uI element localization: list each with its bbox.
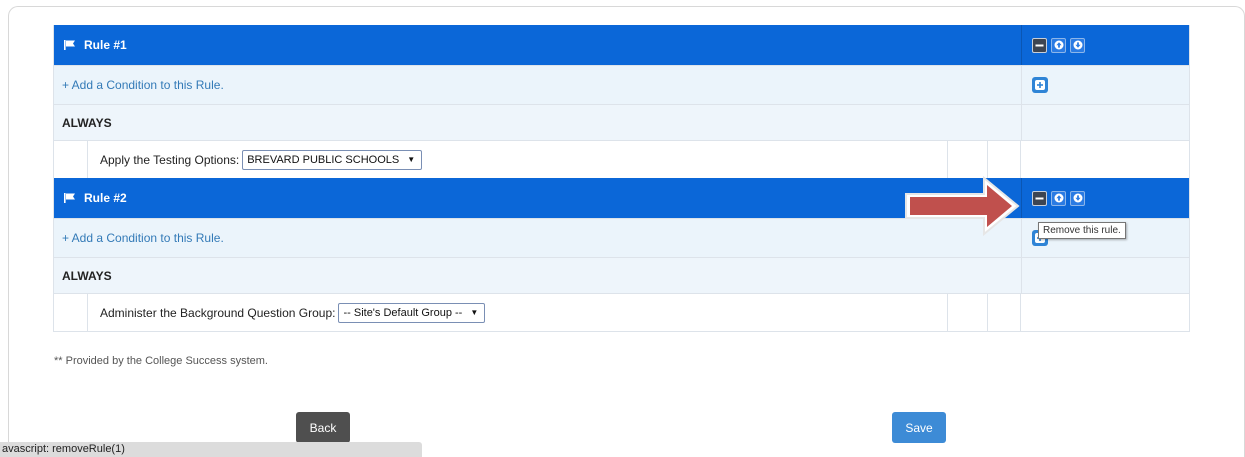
arrow-down-circle-icon [1073, 40, 1082, 50]
rule-title-text: Rule #2 [84, 191, 127, 205]
flag-icon [64, 40, 75, 50]
add-condition-row-1: + Add a Condition to this Rule. [54, 65, 1189, 104]
minus-icon [1035, 197, 1044, 199]
dropdown-arrow-icon: ▼ [470, 308, 479, 317]
arrow-up-circle-icon [1054, 40, 1063, 50]
save-button[interactable]: Save [892, 412, 946, 443]
browser-status-bar: avascript: removeRule(1) [0, 442, 422, 457]
add-rule-button[interactable] [1032, 77, 1048, 93]
testing-options-select[interactable]: BREVARD PUBLIC SCHOOLS ▼ [242, 149, 423, 170]
remove-rule-tooltip: Remove this rule. [1038, 222, 1126, 239]
move-rule-up-button[interactable] [1051, 37, 1066, 53]
remove-rule-button[interactable] [1032, 37, 1047, 53]
arrow-up-circle-icon [1054, 193, 1063, 203]
option-label: Administer the Background Question Group… [100, 305, 336, 320]
back-button[interactable]: Back [296, 412, 350, 443]
remove-rule-button[interactable] [1032, 190, 1047, 206]
rule-title-text: Rule #1 [84, 38, 127, 52]
flag-icon [64, 193, 75, 203]
add-condition-link[interactable]: + Add a Condition to this Rule. [54, 78, 224, 92]
move-rule-down-button[interactable] [1070, 37, 1085, 53]
option-label: Apply the Testing Options: [100, 152, 240, 167]
question-group-select[interactable]: -- Site's Default Group -- ▼ [338, 302, 486, 323]
footnote: ** Provided by the College Success syste… [54, 355, 268, 367]
move-rule-up-button[interactable] [1051, 190, 1066, 206]
rule-title-1: Rule #1 [54, 38, 127, 52]
dropdown-arrow-icon: ▼ [407, 155, 416, 164]
always-row-1: ALWAYS [54, 104, 1189, 140]
always-label: ALWAYS [62, 115, 112, 130]
select-value: -- Site's Default Group -- [343, 306, 463, 319]
move-rule-down-button[interactable] [1070, 190, 1085, 206]
plus-icon [1035, 80, 1045, 90]
arrow-down-circle-icon [1073, 193, 1082, 203]
rule-title-2: Rule #2 [54, 191, 127, 205]
add-condition-link[interactable]: + Add a Condition to this Rule. [54, 231, 224, 245]
rule-header-1: Rule #1 [54, 25, 1189, 65]
always-row-2: ALWAYS [54, 257, 1189, 293]
always-label: ALWAYS [62, 268, 112, 283]
select-value: BREVARD PUBLIC SCHOOLS [247, 153, 400, 166]
annotation-arrow-icon [905, 175, 1020, 237]
option-row-2: Administer the Background Question Group… [54, 293, 1189, 331]
minus-icon [1035, 44, 1044, 46]
